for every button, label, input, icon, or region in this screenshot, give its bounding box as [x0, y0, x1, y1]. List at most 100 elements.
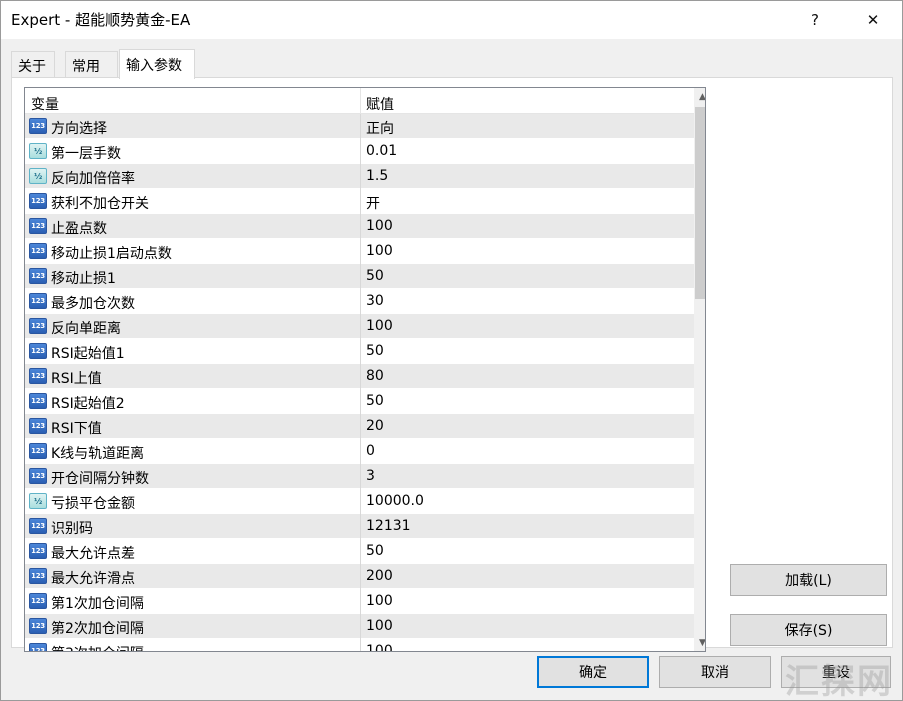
grid-rows: 123 方向选择 正向 ½ 第一层手数 0.01 ½ 反向加倍倍率 1.5 123 获利不加仓开关开…: [25, 114, 694, 651]
column-divider[interactable]: [360, 88, 361, 114]
scroll-down-arrow-icon[interactable]: ▼: [694, 634, 705, 651]
parameter-value[interactable]: 100: [366, 218, 393, 234]
tab-common[interactable]: 常用: [65, 51, 118, 78]
parameter-name: RSI起始值1: [51, 346, 125, 362]
cell-divider: [360, 439, 361, 464]
table-row[interactable]: 123 方向选择 正向: [25, 114, 694, 139]
parameter-name: 第一层手数: [51, 146, 121, 162]
table-row[interactable]: 123 最大允许滑点 200: [25, 564, 694, 589]
parameters-grid: 变量 赋值 123 方向选择 正向 ½ 第一层手数 0.01 ½ 反向加倍倍率 1.5 123 获利…: [24, 87, 706, 652]
int-type-icon: 123: [29, 268, 47, 284]
parameter-value[interactable]: 0.01: [366, 143, 397, 159]
parameter-name: RSI下值: [51, 421, 102, 437]
double-type-icon: ½: [29, 143, 47, 159]
parameter-value[interactable]: 200: [366, 568, 393, 584]
parameter-name: 第3次加仓间隔: [51, 643, 144, 651]
load-button[interactable]: 加载(L): [730, 564, 887, 596]
column-header-variable[interactable]: 变量: [31, 94, 59, 114]
table-row[interactable]: 123 反向单距离 100: [25, 314, 694, 339]
cell-divider: [360, 414, 361, 439]
scrollbar-thumb[interactable]: [695, 107, 705, 299]
cell-divider: [360, 314, 361, 339]
table-row[interactable]: 123 获利不加仓开关 开: [25, 189, 694, 214]
tab-inputs[interactable]: 输入参数: [119, 49, 195, 79]
cancel-button[interactable]: 取消: [659, 656, 771, 688]
parameter-value[interactable]: 1.5: [366, 168, 388, 184]
table-row[interactable]: 123 K线与轨道距离 0: [25, 439, 694, 464]
window-title: Expert - 超能顺势黄金-EA: [11, 11, 191, 29]
parameter-name: RSI上值: [51, 371, 102, 387]
cell-divider: [360, 114, 361, 139]
parameter-value[interactable]: 80: [366, 368, 384, 384]
parameter-name: 开仓间隔分钟数: [51, 471, 149, 487]
int-type-icon: 123: [29, 318, 47, 334]
parameter-value[interactable]: 50: [366, 343, 384, 359]
table-row[interactable]: 123 移动止损1 50: [25, 264, 694, 289]
parameter-value[interactable]: 100: [366, 243, 393, 259]
parameter-value[interactable]: 100: [366, 593, 393, 609]
parameter-value[interactable]: 20: [366, 418, 384, 434]
parameter-value[interactable]: 10000.0: [366, 493, 424, 509]
cell-divider: [360, 639, 361, 651]
cell-divider: [360, 214, 361, 239]
parameter-name: 反向单距离: [51, 321, 121, 337]
cell-divider: [360, 589, 361, 614]
table-row[interactable]: 123 开仓间隔分钟数 3: [25, 464, 694, 489]
parameter-name: 最大允许滑点: [51, 571, 135, 587]
parameter-name: RSI起始值2: [51, 396, 125, 412]
parameter-value[interactable]: 50: [366, 543, 384, 559]
cell-divider: [360, 164, 361, 189]
cell-divider: [360, 614, 361, 639]
table-row[interactable]: 123 第1次加仓间隔 100: [25, 589, 694, 614]
grid-header: 变量 赋值: [25, 88, 694, 114]
title-bar: Expert - 超能顺势黄金-EA ? ✕: [1, 1, 902, 39]
parameter-value[interactable]: 100: [366, 643, 393, 651]
parameter-name: 移动止损1启动点数: [51, 246, 172, 262]
close-button[interactable]: ✕: [850, 1, 896, 39]
save-button[interactable]: 保存(S): [730, 614, 887, 646]
double-type-icon: ½: [29, 493, 47, 509]
expert-properties-dialog: Expert - 超能顺势黄金-EA ? ✕ 关于 常用 输入参数 变量 赋值 …: [0, 0, 903, 701]
parameter-value[interactable]: 0: [366, 443, 375, 459]
grid-content: 变量 赋值 123 方向选择 正向 ½ 第一层手数 0.01 ½ 反向加倍倍率 1.5 123 获利…: [25, 88, 694, 651]
cell-divider: [360, 389, 361, 414]
table-row[interactable]: 123 第3次加仓间隔 100: [25, 639, 694, 651]
parameter-value[interactable]: 12131: [366, 518, 411, 534]
table-row[interactable]: 123 RSI下值 20: [25, 414, 694, 439]
reset-button[interactable]: 重设: [781, 656, 891, 688]
parameter-value[interactable]: 100: [366, 618, 393, 634]
tab-about[interactable]: 关于: [11, 51, 55, 78]
parameter-value[interactable]: 3: [366, 468, 375, 484]
cell-divider: [360, 264, 361, 289]
table-row[interactable]: 123 止盈点数 100: [25, 214, 694, 239]
table-row[interactable]: 123 识别码 12131: [25, 514, 694, 539]
parameter-name: K线与轨道距离: [51, 446, 145, 462]
help-button[interactable]: ?: [792, 1, 838, 39]
table-row[interactable]: 123 最多加仓次数 30: [25, 289, 694, 314]
cell-divider: [360, 289, 361, 314]
column-header-value[interactable]: 赋值: [366, 94, 394, 114]
parameter-value[interactable]: 50: [366, 268, 384, 284]
parameter-value[interactable]: 30: [366, 293, 384, 309]
parameter-name: 获利不加仓开关: [51, 196, 149, 212]
table-row[interactable]: 123 最大允许点差 50: [25, 539, 694, 564]
table-row[interactable]: 123 RSI起始值2 50: [25, 389, 694, 414]
table-row[interactable]: ½ 反向加倍倍率 1.5: [25, 164, 694, 189]
scroll-up-arrow-icon[interactable]: ▲: [694, 88, 705, 105]
table-row[interactable]: 123 RSI起始值1 50: [25, 339, 694, 364]
ok-button[interactable]: 确定: [537, 656, 649, 688]
parameter-value[interactable]: 开: [366, 193, 380, 213]
parameter-name: 亏损平仓金额: [51, 496, 135, 512]
parameter-value[interactable]: 100: [366, 318, 393, 334]
table-row[interactable]: ½ 亏损平仓金额 10000.0: [25, 489, 694, 514]
cell-divider: [360, 189, 361, 214]
vertical-scrollbar[interactable]: ▲ ▼: [694, 88, 705, 651]
parameter-value[interactable]: 正向: [366, 118, 394, 138]
table-row[interactable]: 123 移动止损1启动点数 100: [25, 239, 694, 264]
parameter-value[interactable]: 50: [366, 393, 384, 409]
int-type-icon: 123: [29, 118, 47, 134]
table-row[interactable]: 123 RSI上值 80: [25, 364, 694, 389]
cell-divider: [360, 139, 361, 164]
table-row[interactable]: 123 第2次加仓间隔 100: [25, 614, 694, 639]
table-row[interactable]: ½ 第一层手数 0.01: [25, 139, 694, 164]
